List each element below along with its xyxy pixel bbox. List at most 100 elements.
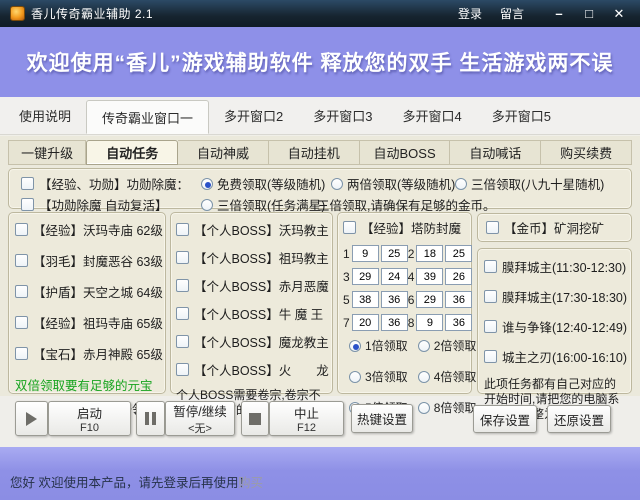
checkbox[interactable] bbox=[15, 223, 28, 236]
checkbox[interactable] bbox=[484, 350, 497, 363]
sub-tab-auto-shout[interactable]: 自动喊话 bbox=[450, 140, 542, 165]
sub-tab-auto-hangup[interactable]: 自动挂机 bbox=[268, 140, 360, 165]
mining-box[interactable]: 【金币】矿洞挖矿 bbox=[477, 213, 632, 242]
boss-item[interactable]: 【个人BOSS】魔龙教主 bbox=[176, 332, 329, 351]
checkbox[interactable] bbox=[176, 251, 189, 264]
tower-input[interactable] bbox=[351, 245, 379, 262]
tower-row: 7 8 bbox=[343, 314, 473, 331]
quest-item[interactable]: 【经验】沃玛寺庙 62级 bbox=[15, 220, 163, 239]
radio-icon[interactable] bbox=[417, 339, 430, 352]
stop-button[interactable]: 中止 F12 bbox=[269, 401, 344, 436]
radio-icon[interactable] bbox=[331, 177, 343, 190]
save-settings-button[interactable]: 保存设置 bbox=[473, 405, 537, 433]
sub-tab-auto-boss[interactable]: 自动BOSS bbox=[359, 140, 451, 165]
boss-item[interactable]: 【个人BOSS】沃玛教主 bbox=[176, 220, 329, 239]
checkbox[interactable] bbox=[15, 316, 28, 329]
tower-input[interactable] bbox=[351, 268, 379, 285]
checkbox[interactable] bbox=[15, 347, 28, 360]
main-tab-instructions[interactable]: 使用说明 bbox=[4, 97, 86, 134]
radio-x8[interactable]: 8倍领取 bbox=[417, 399, 476, 416]
radio-x4[interactable]: 4倍领取 bbox=[417, 368, 476, 385]
tower-input[interactable] bbox=[380, 291, 408, 308]
tower-input[interactable] bbox=[416, 245, 444, 262]
radio-x1[interactable]: 1倍领取 bbox=[349, 337, 408, 354]
tower-row: 5 6 bbox=[343, 291, 473, 308]
message-button[interactable]: 留言 bbox=[500, 5, 524, 22]
radio-icon[interactable] bbox=[349, 370, 361, 383]
sub-tab-buy-renew[interactable]: 购买续费 bbox=[541, 140, 632, 165]
merit-demon-checkbox[interactable] bbox=[21, 177, 34, 190]
quest-item[interactable]: 【羽毛】封魔恶谷 63级 bbox=[15, 251, 163, 270]
quest-item[interactable]: 【经验】祖玛寺庙 65级 bbox=[15, 313, 163, 332]
buy-link[interactable]: 购买 bbox=[238, 472, 263, 491]
sub-tab-onekey-upgrade[interactable]: 一键升级 bbox=[8, 140, 87, 165]
radio-icon[interactable] bbox=[417, 370, 430, 383]
checkbox[interactable] bbox=[484, 290, 497, 303]
tower-input[interactable] bbox=[351, 291, 379, 308]
boss-item[interactable]: 【个人BOSS】祖玛教主 bbox=[176, 248, 329, 267]
pause-resume-button[interactable]: 暂停/继续 <无> bbox=[165, 401, 235, 436]
main-tab-window3[interactable]: 多开窗口3 bbox=[298, 97, 387, 134]
checkbox[interactable] bbox=[176, 279, 189, 292]
sub-tab-auto-task[interactable]: 自动任务 bbox=[86, 140, 179, 165]
checkbox[interactable] bbox=[15, 285, 28, 298]
auto-revive-checkbox[interactable] bbox=[21, 198, 34, 211]
radio-x2[interactable]: 2倍领取 bbox=[417, 337, 476, 354]
checkbox[interactable] bbox=[486, 221, 499, 234]
main-tab-window5[interactable]: 多开窗口5 bbox=[477, 97, 566, 134]
tower-input[interactable] bbox=[351, 314, 379, 331]
checkbox[interactable] bbox=[176, 335, 189, 348]
daily-item[interactable]: 膜拜城主(17:30-18:30) bbox=[484, 287, 627, 306]
boss-item[interactable]: 【个人BOSS】火 龙 bbox=[176, 360, 329, 379]
radio-triple-claim[interactable]: 三倍领取(八九十星随机) bbox=[455, 174, 604, 193]
tower-input[interactable] bbox=[445, 268, 473, 285]
boss-item[interactable]: 【个人BOSS】牛 魔 王 bbox=[176, 304, 327, 323]
tower-input[interactable] bbox=[416, 314, 444, 331]
radio-free-claim[interactable]: 免费领取(等级随机) bbox=[201, 174, 325, 193]
start-icon-button[interactable] bbox=[15, 401, 48, 436]
checkbox[interactable] bbox=[484, 320, 497, 333]
radio-icon[interactable] bbox=[455, 177, 467, 190]
tower-input[interactable] bbox=[380, 268, 408, 285]
main-tab-window1[interactable]: 传奇霸业窗口一 bbox=[86, 100, 210, 134]
start-button[interactable]: 启动 F10 bbox=[48, 401, 131, 436]
tower-input[interactable] bbox=[416, 291, 444, 308]
minimize-icon[interactable]: – bbox=[548, 6, 570, 21]
login-button[interactable]: 登录 bbox=[458, 5, 482, 22]
restore-settings-button[interactable]: 还原设置 bbox=[547, 405, 611, 433]
quest-item[interactable]: 【护盾】天空之城 64级 bbox=[15, 282, 163, 301]
stop-icon-button[interactable] bbox=[241, 401, 269, 436]
sub-tab-auto-shenwei[interactable]: 自动神威 bbox=[178, 140, 269, 165]
checkbox[interactable] bbox=[343, 221, 356, 234]
radio-icon[interactable] bbox=[201, 198, 213, 211]
radio-icon[interactable] bbox=[201, 177, 213, 190]
checkbox[interactable] bbox=[176, 223, 189, 236]
hotkey-settings-button[interactable]: 热键设置 bbox=[351, 404, 413, 433]
pause-icon-button[interactable] bbox=[136, 401, 165, 436]
daily-item[interactable]: 城主之刃(16:00-16:10) bbox=[484, 347, 627, 366]
radio-x3[interactable]: 3倍领取 bbox=[349, 368, 408, 385]
tower-input[interactable] bbox=[380, 245, 408, 262]
checkbox[interactable] bbox=[484, 260, 497, 273]
tower-input[interactable] bbox=[380, 314, 408, 331]
boss-item[interactable]: 【个人BOSS】赤月恶魔 bbox=[176, 276, 329, 295]
tower-input[interactable] bbox=[416, 268, 444, 285]
tower-input[interactable] bbox=[445, 314, 473, 331]
radio-icon[interactable] bbox=[349, 339, 361, 352]
quest-item[interactable]: 【宝石】赤月神殿 65级 bbox=[15, 344, 163, 363]
checkbox[interactable] bbox=[15, 254, 28, 267]
radio-double-claim[interactable]: 两倍领取(等级随机) bbox=[331, 174, 455, 193]
daily-item[interactable]: 谁与争锋(12:40-12:49) bbox=[484, 317, 627, 336]
tower-input[interactable] bbox=[445, 291, 473, 308]
close-icon[interactable]: ✕ bbox=[608, 6, 630, 22]
tower-input[interactable] bbox=[445, 245, 473, 262]
checkbox[interactable] bbox=[176, 307, 189, 320]
main-tab-window2[interactable]: 多开窗口2 bbox=[209, 97, 298, 134]
radio-icon[interactable] bbox=[417, 401, 430, 414]
maximize-icon[interactable]: □ bbox=[578, 6, 600, 21]
main-tab-window4[interactable]: 多开窗口4 bbox=[388, 97, 477, 134]
daily-item[interactable]: 膜拜城主(11:30-12:30) bbox=[484, 257, 627, 276]
tower-header[interactable]: 【经验】塔防封魔 bbox=[343, 218, 467, 237]
checkbox[interactable] bbox=[176, 363, 189, 376]
merit-check-row: 【经验、功勋】功勋除魔： bbox=[21, 174, 189, 193]
